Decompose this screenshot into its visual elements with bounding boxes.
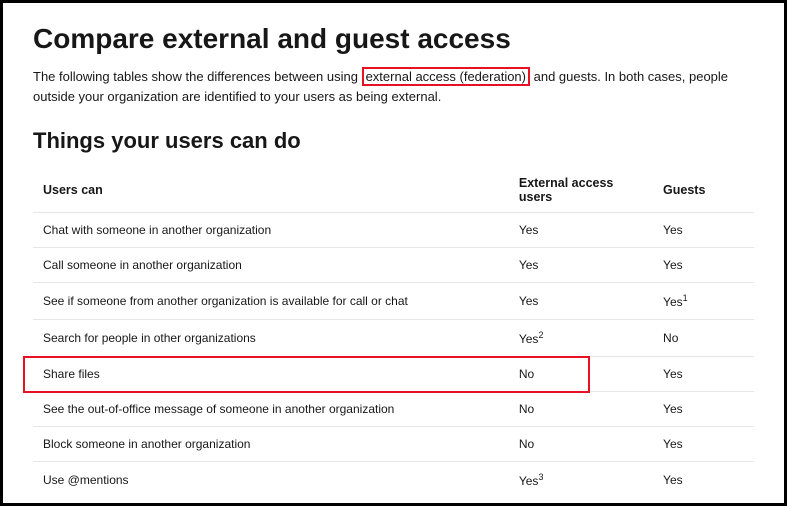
comparison-table-wrapper: Users can External access users Guests C… (33, 168, 754, 498)
cell-feature: Block someone in another organization (33, 427, 509, 462)
section-heading: Things your users can do (33, 128, 754, 154)
table-row: Share filesNoYes (33, 357, 754, 392)
col-header-guests: Guests (653, 168, 754, 213)
comparison-table: Users can External access users Guests C… (33, 168, 754, 498)
page-title: Compare external and guest access (33, 23, 754, 55)
cell-guest: Yes (653, 462, 754, 499)
intro-paragraph: The following tables show the difference… (33, 67, 754, 106)
table-row: Chat with someone in another organizatio… (33, 213, 754, 248)
cell-guest: No (653, 320, 754, 357)
cell-external: No (509, 392, 653, 427)
table-row: Block someone in another organizationNoY… (33, 427, 754, 462)
table-row: Call someone in another organizationYesY… (33, 248, 754, 283)
table-row: Search for people in other organizations… (33, 320, 754, 357)
cell-guest: Yes1 (653, 283, 754, 320)
highlight-external-access: external access (federation) (362, 67, 530, 86)
cell-external: Yes (509, 248, 653, 283)
cell-external: Yes (509, 283, 653, 320)
cell-feature: Share files (33, 357, 509, 392)
cell-guest: Yes (653, 357, 754, 392)
cell-guest: Yes (653, 213, 754, 248)
cell-feature: Use @mentions (33, 462, 509, 499)
cell-external: Yes2 (509, 320, 653, 357)
col-header-external: External access users (509, 168, 653, 213)
table-row: See if someone from another organization… (33, 283, 754, 320)
table-row: See the out-of-office message of someone… (33, 392, 754, 427)
cell-feature: Search for people in other organizations (33, 320, 509, 357)
cell-guest: Yes (653, 427, 754, 462)
cell-feature: Chat with someone in another organizatio… (33, 213, 509, 248)
cell-feature: See the out-of-office message of someone… (33, 392, 509, 427)
cell-feature: See if someone from another organization… (33, 283, 509, 320)
col-header-users-can: Users can (33, 168, 509, 213)
cell-external: Yes3 (509, 462, 653, 499)
intro-text-pre: The following tables show the difference… (33, 69, 362, 84)
cell-guest: Yes (653, 392, 754, 427)
table-row: Use @mentionsYes3Yes (33, 462, 754, 499)
cell-external: No (509, 427, 653, 462)
cell-feature: Call someone in another organization (33, 248, 509, 283)
cell-external: No (509, 357, 653, 392)
cell-external: Yes (509, 213, 653, 248)
cell-guest: Yes (653, 248, 754, 283)
table-header-row: Users can External access users Guests (33, 168, 754, 213)
